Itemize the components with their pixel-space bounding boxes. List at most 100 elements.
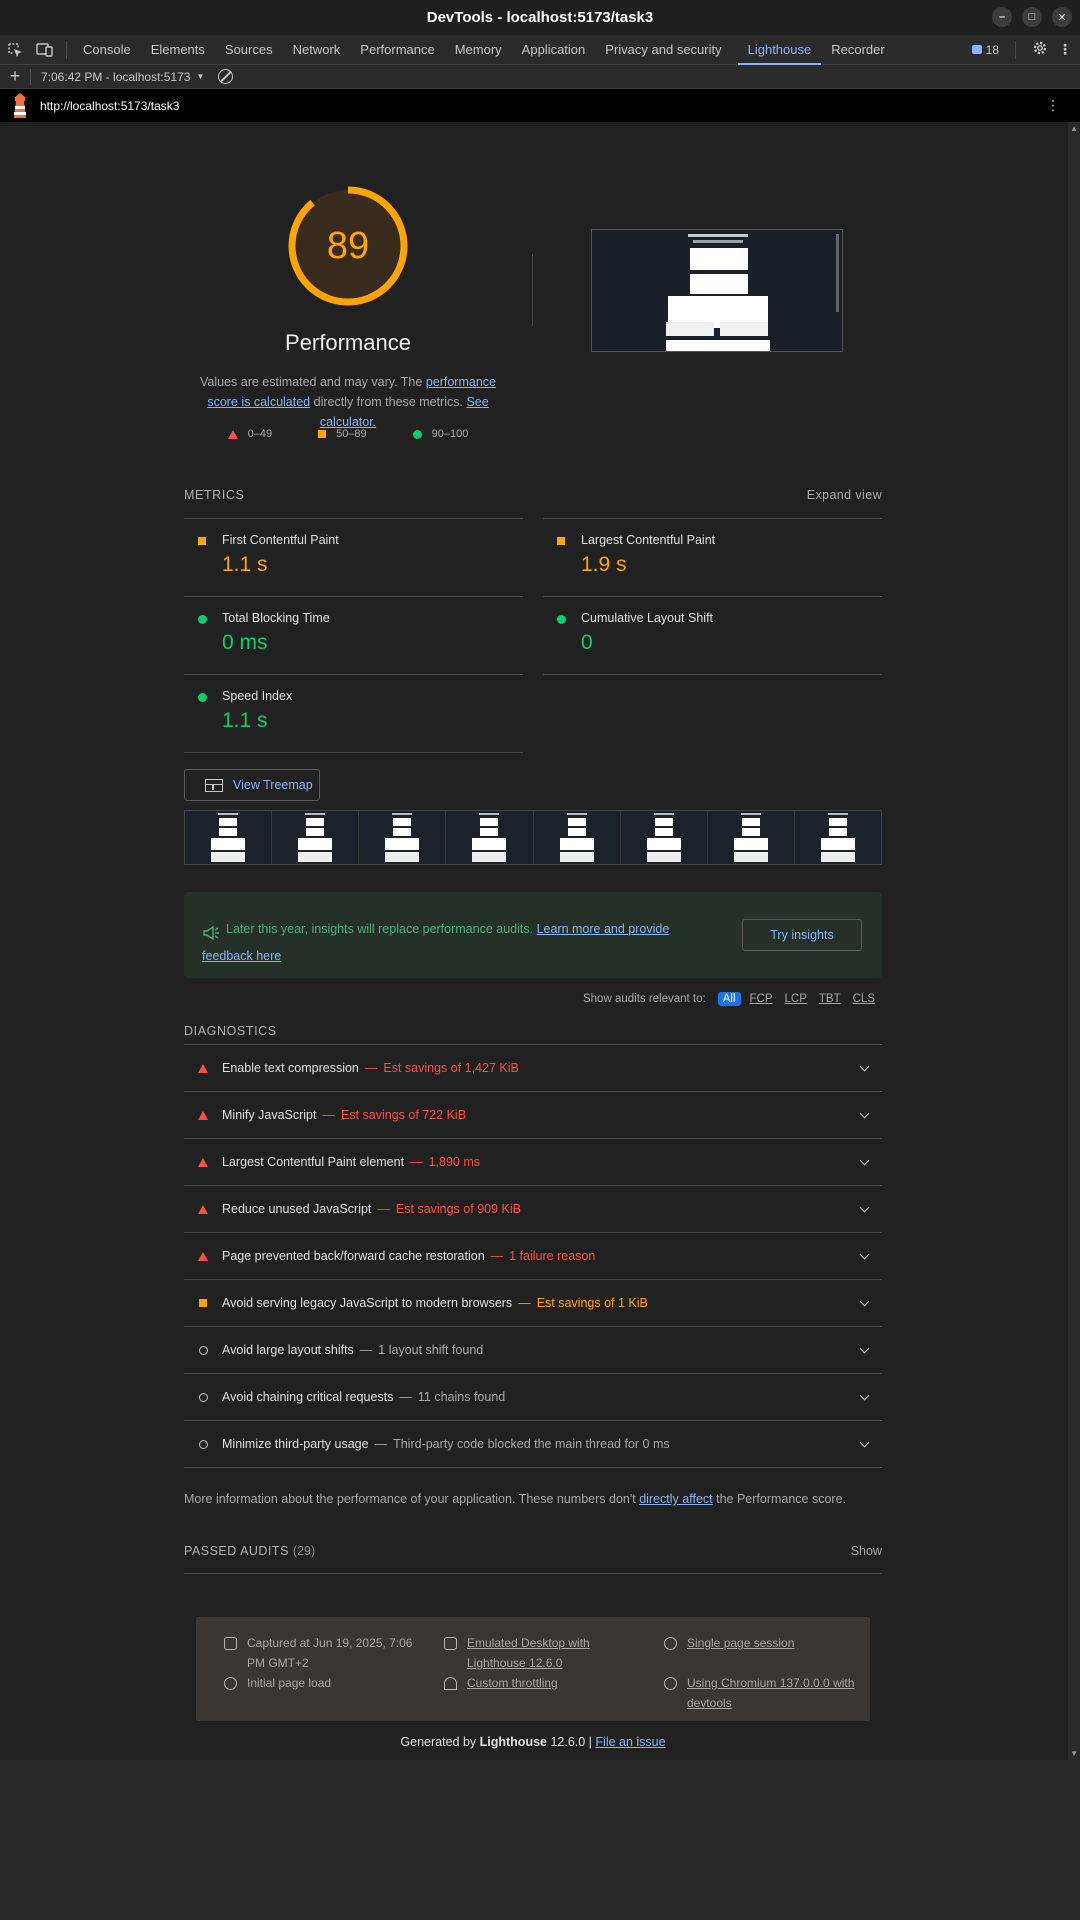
issues-badge[interactable]: 18	[971, 43, 999, 57]
filter-chip-lcp[interactable]: LCP	[782, 992, 810, 1006]
audit-detail: 11 chains found	[417, 1390, 506, 1404]
view-treemap-button[interactable]: View Treemap	[184, 769, 320, 801]
metric-value: 0	[581, 631, 593, 654]
scale-average: 50–89	[318, 428, 367, 440]
metric-total-blocking-time: Total Blocking Time 0 ms	[184, 596, 523, 674]
tab-privacy-and-security[interactable]: Privacy and security	[595, 35, 731, 65]
audit-item[interactable]: Page prevented back/forward cache restor…	[184, 1233, 882, 1280]
metric-value: 1.1 s	[222, 709, 268, 732]
filter-chip-all[interactable]: All	[717, 992, 741, 1006]
desc-text: directly from these metrics.	[310, 395, 467, 409]
more-options-icon[interactable]: ⋮	[1058, 41, 1072, 58]
audit-detail: Est savings of 1,427 KiB	[383, 1061, 519, 1075]
wifi-icon	[444, 1677, 457, 1690]
tab-application[interactable]: Application	[512, 35, 596, 65]
scale-fail: 0–49	[227, 428, 272, 440]
metric-label: Largest Contentful Paint	[581, 533, 716, 547]
maximize-button[interactable]: □	[1022, 7, 1042, 27]
tab-sources[interactable]: Sources	[215, 35, 283, 65]
audit-item[interactable]: Enable text compression — Est savings of…	[184, 1045, 882, 1092]
metric-largest-contentful-paint: Largest Contentful Paint 1.9 s	[543, 518, 882, 596]
minimize-button[interactable]: –	[992, 7, 1012, 27]
red-triangle-icon	[198, 1251, 208, 1261]
metric-first-contentful-paint: First Contentful Paint 1.1 s	[184, 518, 523, 596]
passed-audits-title: PASSED AUDITS	[184, 1544, 289, 1558]
filter-chip-fcp[interactable]: FCP	[747, 992, 776, 1006]
metric-speed-index: Speed Index 1.1 s	[184, 674, 523, 752]
final-screenshot[interactable]	[591, 229, 843, 352]
expand-view-toggle[interactable]: Expand view	[807, 488, 882, 502]
audit-title: Avoid large layout shifts	[222, 1343, 354, 1357]
scale-pass-label: 90–100	[431, 428, 469, 440]
metric-label: Speed Index	[222, 689, 293, 703]
new-report-icon[interactable]: +	[0, 66, 30, 87]
gray-circle-icon	[198, 1345, 208, 1355]
stopwatch-icon	[224, 1677, 237, 1690]
filmstrip-frame	[185, 811, 273, 864]
toolbar-divider	[30, 68, 31, 85]
audit-item[interactable]: Avoid large layout shifts — 1 layout shi…	[184, 1327, 882, 1374]
audit-detail: 1 layout shift found	[378, 1343, 484, 1357]
report-scrollbar[interactable]: ▲ ▼	[1068, 122, 1080, 1760]
tab-memory[interactable]: Memory	[445, 35, 512, 65]
tab-elements[interactable]: Elements	[141, 35, 215, 65]
orange-square-icon	[318, 430, 327, 438]
filter-chip-tbt[interactable]: TBT	[816, 992, 844, 1006]
metrics-divider	[184, 752, 523, 753]
page-load-type: Initial page load	[224, 1673, 424, 1693]
audit-dash: —	[374, 1437, 388, 1451]
filmstrip-frame	[359, 811, 447, 864]
audit-item[interactable]: Avoid serving legacy JavaScript to moder…	[184, 1280, 882, 1327]
directly-affect-link[interactable]: directly affect	[639, 1492, 712, 1506]
tab-network[interactable]: Network	[283, 35, 351, 65]
emulated-desktop-link[interactable]: Emulated Desktop with Lighthouse 12.6.0	[467, 1633, 624, 1673]
gauge-category-label: Performance	[285, 330, 411, 355]
audit-item[interactable]: Reduce unused JavaScript — Est savings o…	[184, 1186, 882, 1233]
devtools-tabbar: Console Elements Sources Network Perform…	[0, 35, 1080, 65]
audit-title: Avoid chaining critical requests	[222, 1390, 394, 1404]
audit-dash: —	[410, 1155, 423, 1169]
clear-reports-icon[interactable]	[218, 69, 234, 84]
audit-item[interactable]: Minify JavaScript — Est savings of 722 K…	[184, 1092, 882, 1139]
audit-dash: —	[399, 1390, 412, 1404]
audit-item[interactable]: Minimize third-party usage — Third-party…	[184, 1421, 882, 1468]
diagnostics-title: DIAGNOSTICS	[184, 1024, 277, 1038]
red-triangle-icon	[198, 1204, 208, 1214]
close-button[interactable]: ✕	[1052, 7, 1072, 27]
audit-title: Avoid serving legacy JavaScript to moder…	[222, 1296, 513, 1310]
custom-throttling-link[interactable]: Custom throttling	[467, 1673, 558, 1693]
single-page-session-link[interactable]: Single page session	[687, 1633, 794, 1653]
report-menu-icon[interactable]: ⋮	[1046, 97, 1060, 114]
inspect-element-icon[interactable]	[0, 35, 30, 65]
audit-item[interactable]: Largest Contentful Paint element — 1,890…	[184, 1139, 882, 1186]
scroll-down-arrow-icon[interactable]: ▼	[1070, 1749, 1078, 1758]
chromium-version-link[interactable]: Using Chromium 137.0.0.0 with devtools	[687, 1673, 860, 1713]
filter-chip-cls[interactable]: CLS	[850, 992, 878, 1006]
tab-recorder[interactable]: Recorder	[821, 35, 894, 65]
filmstrip-frame	[533, 811, 621, 864]
tab-console[interactable]: Console	[73, 35, 141, 65]
diagnostics-footnote: More information about the performance o…	[184, 1492, 846, 1506]
passed-audits-header[interactable]: PASSED AUDITS (29) Show	[184, 1544, 882, 1574]
report-select[interactable]: 7:06:42 PM - localhost:5173 ▼	[41, 70, 204, 84]
try-insights-button[interactable]: Try insights	[742, 919, 862, 951]
calendar-icon	[224, 1637, 237, 1650]
chevron-down-icon	[859, 1108, 870, 1119]
device-toolbar-icon[interactable]	[30, 35, 60, 65]
file-an-issue-link[interactable]: File an issue	[595, 1735, 665, 1749]
toolbar-divider	[1015, 40, 1016, 59]
show-passed-toggle[interactable]: Show	[851, 1544, 882, 1558]
captured-at-text: Captured at Jun 19, 2025, 7:06 PM GMT+2	[247, 1636, 413, 1670]
settings-gear-icon[interactable]	[1032, 40, 1048, 59]
red-triangle-icon	[198, 1110, 208, 1120]
audit-item[interactable]: Avoid chaining critical requests — 11 ch…	[184, 1374, 882, 1421]
score-scale-legend: 0–49 50–89 90–100	[184, 428, 512, 440]
chevron-down-icon	[859, 1343, 870, 1354]
metrics-header: METRICS Expand view	[184, 488, 882, 502]
metric-label: First Contentful Paint	[222, 533, 339, 547]
scroll-up-arrow-icon[interactable]: ▲	[1070, 124, 1078, 133]
tab-performance[interactable]: Performance	[350, 35, 444, 65]
metrics-title: METRICS	[184, 488, 245, 502]
red-triangle-icon	[198, 1063, 208, 1073]
tab-lighthouse[interactable]: Lighthouse	[737, 35, 822, 65]
